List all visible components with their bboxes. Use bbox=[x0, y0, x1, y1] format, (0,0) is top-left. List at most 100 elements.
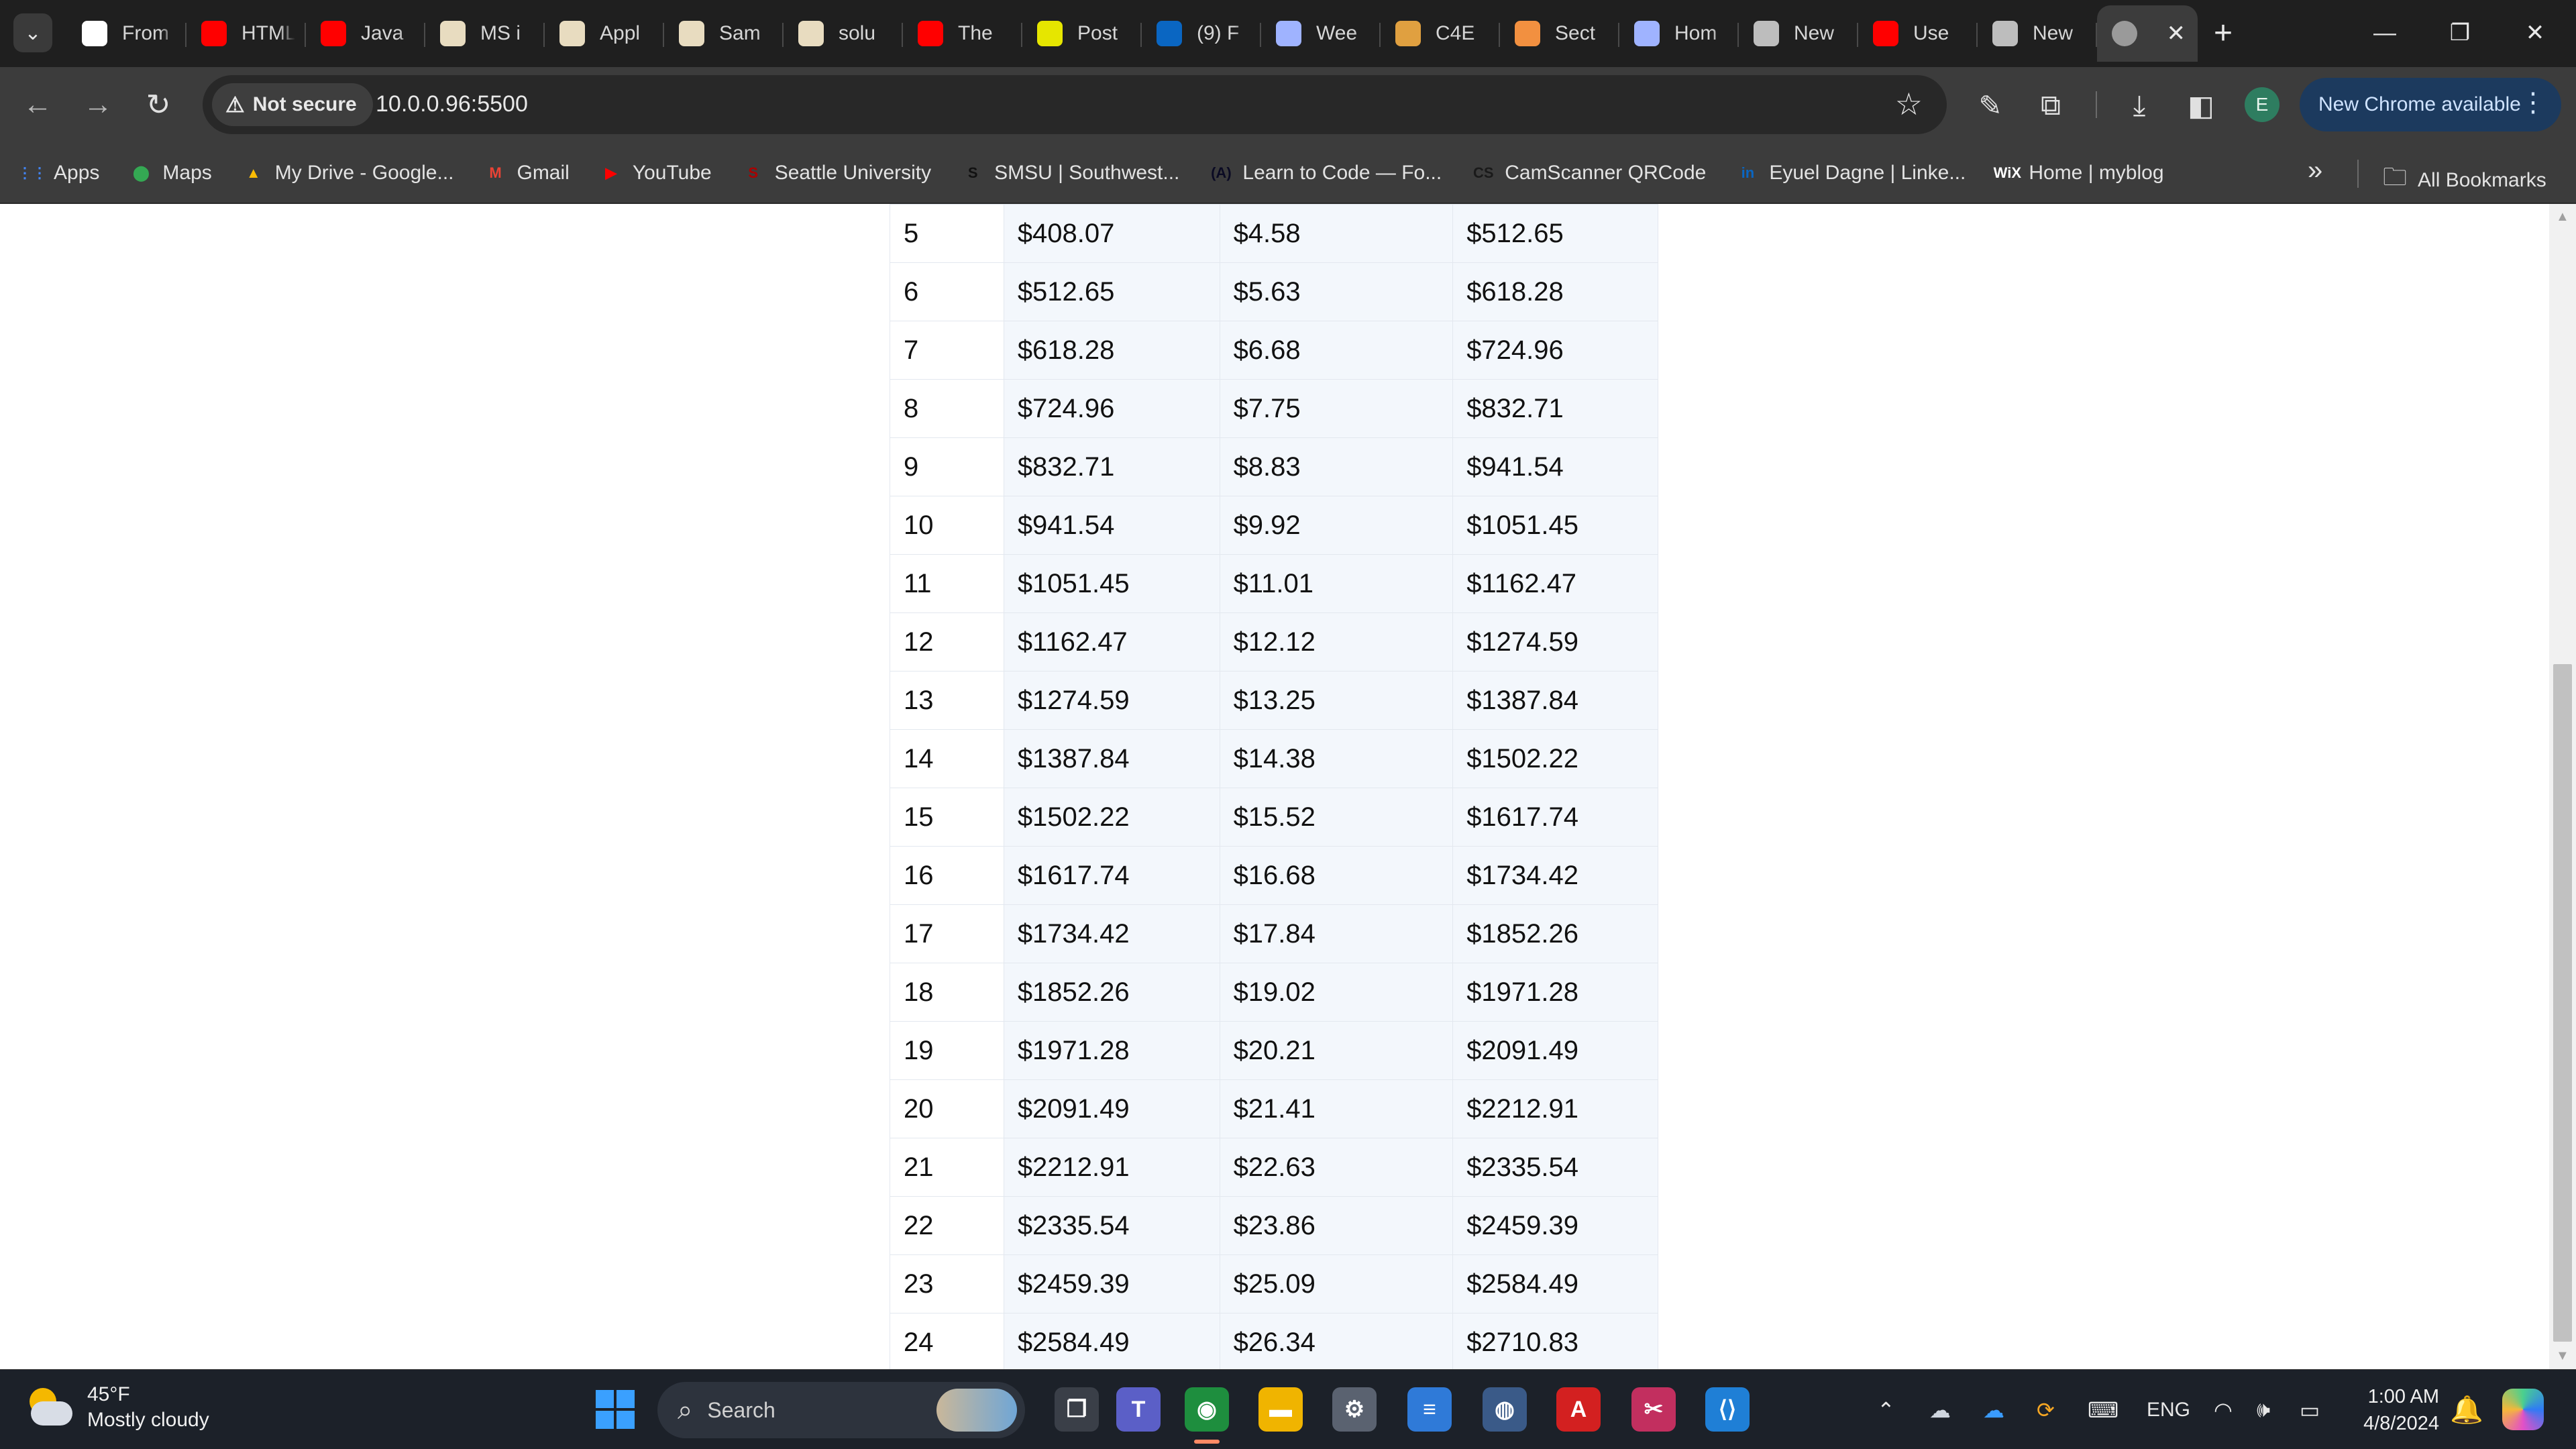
restore-button[interactable]: ❐ bbox=[2423, 9, 2497, 56]
task-view-icon[interactable]: ❐ bbox=[1055, 1387, 1099, 1432]
bookmark-item[interactable]: ⋮⋮ Apps bbox=[17, 161, 99, 185]
acrobat-icon[interactable]: A bbox=[1556, 1387, 1601, 1432]
bookmark-item[interactable]: (A) Learn to Code — Fo... bbox=[1209, 161, 1442, 185]
scroll-thumb[interactable] bbox=[2553, 664, 2572, 1342]
table-cell: $512.65 bbox=[1003, 262, 1220, 321]
browser-tab[interactable]: MS i bbox=[425, 5, 545, 62]
reload-button[interactable]: ↻ bbox=[138, 85, 178, 125]
bookmark-label: Home | myblog bbox=[2029, 162, 2164, 184]
weather-widget[interactable]: 45°F Mostly cloudy bbox=[24, 1382, 209, 1433]
keyboard-icon[interactable]: ⌨ bbox=[2088, 1370, 2118, 1449]
browser-tab[interactable]: The bbox=[903, 5, 1022, 62]
browser-tab[interactable]: Sam bbox=[664, 5, 784, 62]
bookmark-star-icon[interactable]: ☆ bbox=[1895, 86, 1923, 122]
extensions-puzzle-icon[interactable]: ⧉ bbox=[2031, 86, 2070, 125]
all-bookmarks-button[interactable]: 🗀 All Bookmarks bbox=[2383, 160, 2546, 201]
bookmark-item[interactable]: S SMSU | Southwest... bbox=[961, 161, 1180, 185]
table-row: 19 $1971.28 $20.21 $2091.49 bbox=[890, 1021, 1658, 1080]
browser-tab[interactable]: solu bbox=[784, 5, 903, 62]
bookmark-item[interactable]: CS CamScanner QRCode bbox=[1471, 161, 1706, 185]
onedrive-cloud-icon[interactable]: ☁ bbox=[1929, 1370, 1951, 1449]
new-chrome-available-button[interactable]: New Chrome available ⋮ bbox=[2300, 78, 2561, 131]
browser-tab[interactable]: Wee bbox=[1261, 5, 1381, 62]
r-logo-icon bbox=[82, 21, 107, 46]
seattleu-icon bbox=[798, 21, 824, 46]
profile-avatar[interactable]: E bbox=[2245, 87, 2279, 122]
side-panel-icon[interactable]: ◧ bbox=[2182, 86, 2220, 125]
tab-search-button[interactable]: ⌄ bbox=[13, 13, 52, 52]
gmail-icon: M bbox=[489, 164, 502, 181]
bookmark-item[interactable]: S Seattle University bbox=[741, 161, 931, 185]
forward-button[interactable]: → bbox=[78, 85, 118, 125]
sync-icon[interactable]: ⟳ bbox=[2037, 1370, 2055, 1449]
battery-icon[interactable]: ▭ bbox=[2300, 1370, 2320, 1449]
vscode-icon[interactable]: ⟨⟩ bbox=[1705, 1387, 1750, 1432]
browser-tab[interactable]: Sect bbox=[1500, 5, 1619, 62]
scroll-down-arrow-icon[interactable]: ▼ bbox=[2556, 1348, 2569, 1364]
teams-icon[interactable]: T bbox=[1116, 1387, 1161, 1432]
bookmark-item[interactable]: ▲ My Drive - Google... bbox=[241, 161, 454, 185]
onedrive-business-icon[interactable]: ☁ bbox=[1983, 1370, 2004, 1449]
active-browser-tab[interactable]: ✕ bbox=[2097, 5, 2198, 62]
back-button[interactable]: ← bbox=[17, 85, 58, 125]
volume-icon[interactable]: 🕪 bbox=[2257, 1370, 2270, 1449]
notepad-icon[interactable]: ≡ bbox=[1407, 1387, 1452, 1432]
browser-tab[interactable]: Post bbox=[1022, 5, 1142, 62]
browser-tab[interactable]: Appl bbox=[545, 5, 664, 62]
table-cell: $26.34 bbox=[1219, 1313, 1454, 1369]
downloads-icon[interactable]: ⤓ bbox=[2120, 86, 2159, 125]
browser-tab[interactable]: HTML bbox=[186, 5, 306, 62]
browser-tab[interactable]: C4E bbox=[1381, 5, 1500, 62]
scroll-up-arrow-icon[interactable]: ▲ bbox=[2556, 209, 2569, 225]
tab-title: solu bbox=[839, 22, 876, 44]
wifi-icon[interactable]: ◠ bbox=[2214, 1370, 2233, 1449]
browser-tab[interactable]: From bbox=[67, 5, 186, 62]
notification-bell-icon[interactable]: 🔔 bbox=[2450, 1394, 2483, 1426]
wix-icon: WiX bbox=[1993, 164, 2022, 181]
browser-tab[interactable]: Hom bbox=[1619, 5, 1739, 62]
settings-icon[interactable]: ⚙ bbox=[1332, 1387, 1377, 1432]
bookmark-item[interactable]: WiX Home | myblog bbox=[1993, 161, 2164, 185]
taskbar-search[interactable]: ⌕ Search bbox=[657, 1382, 1025, 1438]
browser-tab[interactable]: New bbox=[1978, 5, 2097, 62]
table-cell: $832.71 bbox=[1452, 379, 1658, 438]
start-button[interactable] bbox=[596, 1390, 635, 1429]
url-text[interactable]: 10.0.0.96:5500 bbox=[376, 91, 528, 117]
new-tab-button[interactable]: + bbox=[2214, 15, 2233, 52]
table-cell: $5.63 bbox=[1219, 262, 1454, 321]
bookmark-item[interactable]: in Eyuel Dagne | Linke... bbox=[1735, 161, 1966, 185]
chrome-icon[interactable]: ◉ bbox=[1185, 1387, 1229, 1444]
table-cell: $2335.54 bbox=[1452, 1138, 1658, 1197]
tab-list: From HTML Java MS i Appl Sam solu The Post (9) F W… bbox=[67, 5, 2198, 62]
show-hidden-icons-chevron-icon[interactable]: ⌃ bbox=[1877, 1370, 1895, 1449]
site-info-button[interactable]: ⚠ Not secure bbox=[212, 83, 373, 126]
bookmark-label: Gmail bbox=[517, 162, 570, 184]
browser-tab[interactable]: Use bbox=[1858, 5, 1978, 62]
browser-tab[interactable]: (9) F bbox=[1142, 5, 1261, 62]
file-explorer-icon[interactable]: ▬ bbox=[1258, 1387, 1303, 1432]
bookmark-item[interactable]: ▶ YouTube bbox=[599, 161, 711, 185]
menu-kebab-icon[interactable]: ⋮ bbox=[2520, 87, 2546, 118]
bookmark-item[interactable]: ⬤ Maps bbox=[129, 161, 212, 185]
bookmarks-overflow-button[interactable]: » bbox=[2308, 156, 2322, 186]
bookmarks-bar: ⋮⋮ Apps ⬤ Maps ▲ My Drive - Google... M Gmail ▶ Y… bbox=[0, 142, 2576, 204]
browser-toolbar: ← → ↻ ⚠ Not secure 10.0.0.96:5500 ☆ ✎ ⧉ … bbox=[0, 67, 2576, 142]
extension-pen-icon[interactable]: ✎ bbox=[1971, 86, 2010, 125]
tab-title: HTML bbox=[241, 22, 295, 44]
vertical-scrollbar[interactable]: ▲ ▼ bbox=[2549, 204, 2576, 1369]
close-tab-icon[interactable]: ✕ bbox=[2167, 20, 2186, 47]
minimize-button[interactable]: — bbox=[2348, 9, 2422, 56]
copilot-icon[interactable] bbox=[2502, 1389, 2544, 1430]
address-bar[interactable]: ⚠ Not secure 10.0.0.96:5500 ☆ bbox=[203, 75, 1947, 134]
snipping-tool-icon[interactable]: ✂ bbox=[1631, 1387, 1676, 1432]
system-clock[interactable]: 1:00 AM 4/8/2024 bbox=[2352, 1383, 2439, 1437]
browser-tab[interactable]: Java bbox=[306, 5, 425, 62]
close-window-button[interactable]: ✕ bbox=[2498, 9, 2572, 56]
tab-title: Wee bbox=[1316, 22, 1358, 44]
browser-tab[interactable]: New bbox=[1739, 5, 1858, 62]
language-indicator[interactable]: ENG bbox=[2147, 1370, 2190, 1449]
bookmark-item[interactable]: M Gmail bbox=[483, 161, 570, 185]
network-globe-icon[interactable]: ◍ bbox=[1483, 1387, 1527, 1432]
update-label: New Chrome available bbox=[2318, 93, 2521, 115]
table-cell: $1734.42 bbox=[1452, 846, 1658, 905]
